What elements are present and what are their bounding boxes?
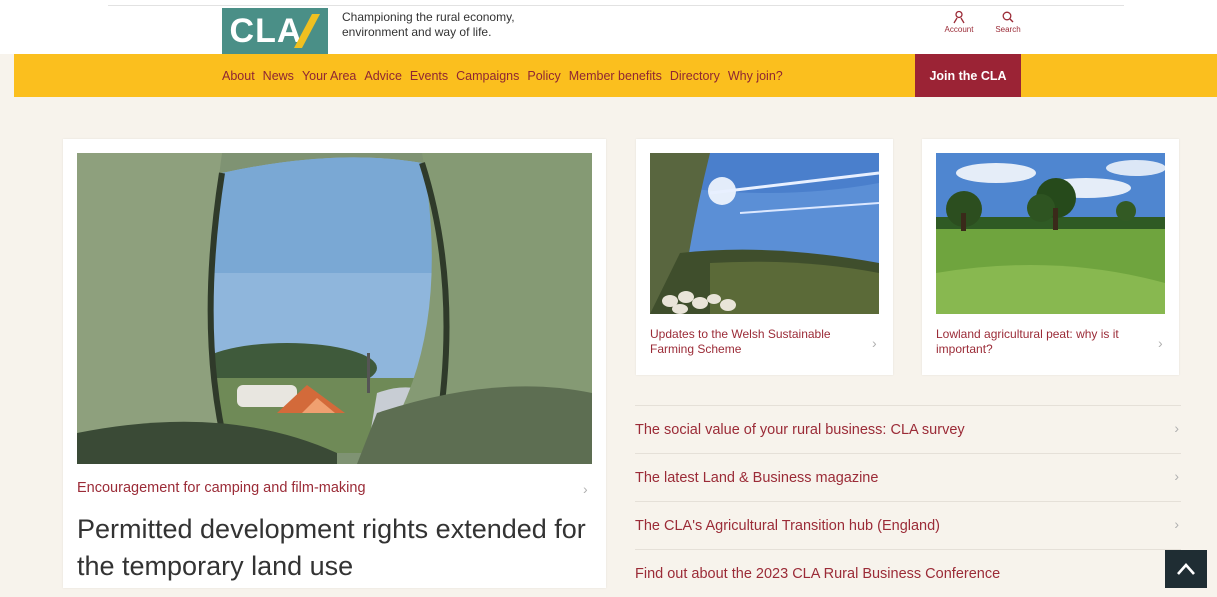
header-tagline: Championing the rural economy, environme… [342, 10, 582, 40]
card-image-green-field [936, 153, 1165, 314]
nav-item-news[interactable]: News [263, 69, 294, 83]
chevron-right-icon: › [872, 335, 877, 351]
nav-item-about[interactable]: About [222, 69, 255, 83]
link-label: The CLA's Agricultural Transition hub (E… [635, 517, 941, 534]
link-label: The latest Land & Business magazine [635, 469, 879, 486]
account-link[interactable]: Account [937, 10, 981, 34]
nav-item-directory[interactable]: Directory [670, 69, 720, 83]
card-image-sheep-field [650, 153, 879, 314]
link-label: The social value of your rural business:… [635, 421, 965, 438]
nav-item-your-area[interactable]: Your Area [302, 69, 356, 83]
nav-items: About News Your Area Advice Events Campa… [222, 54, 791, 97]
tagline-line-2: environment and way of life. [342, 25, 492, 39]
search-icon [1002, 11, 1014, 23]
join-button[interactable]: Join the CLA [915, 54, 1021, 97]
card-lowland-peat[interactable]: Lowland agricultural peat: why is it imp… [922, 139, 1179, 375]
search-label: Search [995, 25, 1021, 34]
nav-item-campaigns[interactable]: Campaigns [456, 69, 519, 83]
link-label: Find out about the 2023 CLA Rural Busine… [635, 565, 1001, 582]
chevron-right-icon: › [1174, 468, 1179, 484]
cla-logo[interactable]: CLA [222, 8, 328, 54]
link-agricultural-transition-hub[interactable]: The CLA's Agricultural Transition hub (E… [635, 501, 1181, 549]
chevron-up-icon [1177, 563, 1195, 575]
chevron-right-icon: › [1174, 420, 1179, 436]
main-nav: About News Your Area Advice Events Campa… [14, 54, 1217, 97]
featured-kicker[interactable]: Encouragement for camping and film-makin… [77, 480, 577, 496]
chevron-right-icon: › [1158, 335, 1163, 351]
nav-item-policy[interactable]: Policy [527, 69, 560, 83]
account-label: Account [944, 25, 974, 34]
header-divider [108, 5, 1124, 6]
featured-headline[interactable]: Permitted development rights extended fo… [77, 511, 597, 585]
card-title[interactable]: Updates to the Welsh Sustainable Farming… [650, 327, 850, 357]
featured-article-card[interactable]: Encouragement for camping and film-makin… [63, 139, 606, 588]
related-links-list: The social value of your rural business:… [635, 405, 1181, 597]
nav-item-advice[interactable]: Advice [364, 69, 402, 83]
site-header: CLA Championing the rural economy, envir… [0, 0, 1217, 54]
link-rural-business-conference[interactable]: Find out about the 2023 CLA Rural Busine… [635, 549, 1181, 597]
search-link[interactable]: Search [986, 10, 1030, 34]
card-welsh-farming[interactable]: Updates to the Welsh Sustainable Farming… [636, 139, 893, 375]
scroll-to-top-button[interactable] [1165, 550, 1207, 588]
nav-item-member-benefits[interactable]: Member benefits [569, 69, 662, 83]
link-social-value-survey[interactable]: The social value of your rural business:… [635, 405, 1181, 453]
account-icon [953, 10, 965, 24]
tagline-line-1: Championing the rural economy, [342, 10, 515, 24]
featured-image-tent [77, 153, 592, 464]
link-land-business-magazine[interactable]: The latest Land & Business magazine › [635, 453, 1181, 501]
card-title[interactable]: Lowland agricultural peat: why is it imp… [936, 327, 1136, 357]
logo-slash-icon [294, 14, 320, 48]
nav-item-events[interactable]: Events [410, 69, 448, 83]
chevron-right-icon: › [583, 481, 588, 497]
nav-item-why-join[interactable]: Why join? [728, 69, 783, 83]
chevron-right-icon: › [1174, 516, 1179, 532]
